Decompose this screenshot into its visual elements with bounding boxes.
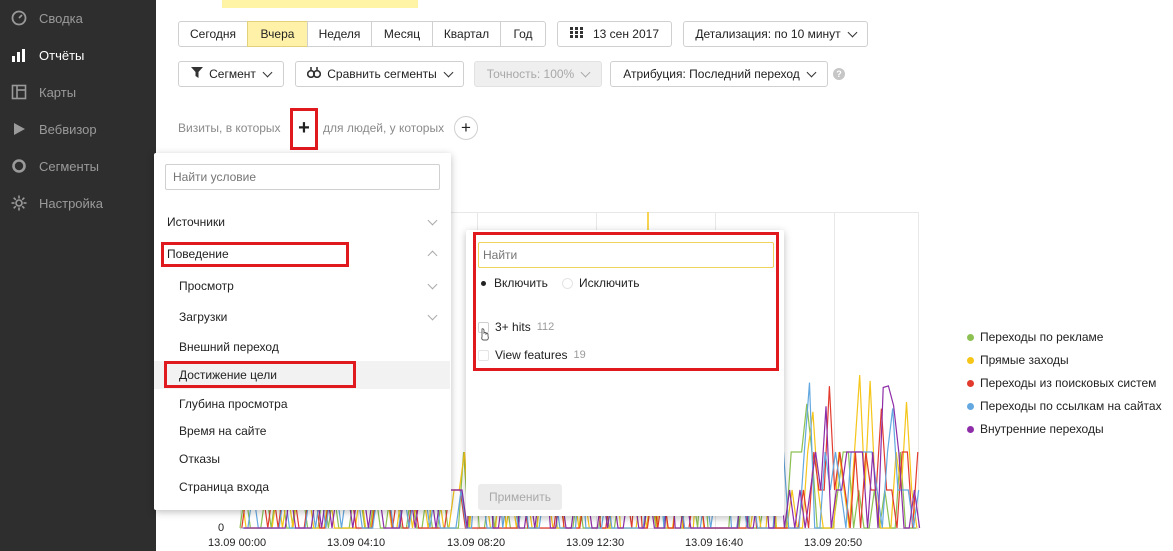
apply-button[interactable]: Применить [478, 484, 562, 510]
legend-label: Прямые заходы [980, 353, 1069, 367]
x-tick-label: 13.09 08:20 [447, 537, 506, 549]
menu-item-sources[interactable]: Источники [154, 208, 450, 236]
menu-item-behavior[interactable]: Поведение [154, 240, 450, 268]
legend-label: Переходы из поисковых систем [980, 376, 1157, 390]
menu-item-label: Загрузки [179, 310, 228, 324]
menu-item-landing-page[interactable]: Страница входа [154, 473, 450, 501]
x-tick-label: 13.09 00:00 [208, 537, 267, 549]
legend-label: Переходы по ссылкам на сайтах [980, 399, 1162, 413]
menu-item-goal-reached[interactable]: Достижение цели [154, 361, 450, 389]
legend-item[interactable]: Переходы из поисковых систем [967, 376, 1156, 390]
x-tick-label: 13.09 04:10 [327, 537, 386, 549]
include-radio[interactable]: Включить [478, 276, 548, 290]
x-tick-label: 13.09 12:30 [566, 537, 625, 549]
checkbox [478, 349, 489, 361]
goal-option[interactable]: View features 19 [478, 348, 586, 362]
menu-item-label: Отказы [179, 452, 221, 466]
legend-item[interactable]: Переходы по рекламе [967, 330, 1103, 344]
legend-item[interactable]: Прямые заходы [967, 353, 1069, 367]
menu-item-downloads[interactable]: Загрузки [154, 303, 450, 331]
menu-item-label: Внешний переход [179, 340, 279, 354]
legend-dot [967, 402, 974, 410]
goal-selection-panel: Включить Исключить 3+ hits 112 View feat… [466, 230, 784, 516]
radio-unchecked [562, 277, 573, 289]
legend-dot [967, 379, 974, 387]
menu-item-external-link[interactable]: Внешний переход [154, 333, 450, 361]
chevron-up-icon [427, 250, 438, 261]
condition-menu: Источники Поведение Просмотр Загрузки Вн… [154, 153, 451, 510]
legend-label: Внутренние переходы [980, 422, 1104, 436]
goal-label: View features [495, 348, 568, 362]
mouse-cursor-icon [480, 328, 490, 345]
menu-item-label: Источники [167, 215, 225, 229]
goal-search-input[interactable] [478, 242, 774, 268]
chevron-down-icon [427, 310, 438, 320]
x-tick-label: 13.09 20:50 [804, 537, 863, 549]
legend-dot [967, 333, 974, 341]
legend-dot [967, 356, 974, 364]
menu-item-label: Достижение цели [179, 368, 277, 382]
exclude-label: Исключить [579, 276, 640, 290]
legend-label: Переходы по рекламе [980, 330, 1104, 344]
menu-item-depth[interactable]: Глубина просмотра [154, 390, 450, 418]
goal-count: 112 [536, 321, 555, 333]
menu-item-label: Страница входа [179, 480, 270, 494]
legend-item[interactable]: Внутренние переходы [967, 422, 1104, 436]
legend-item[interactable]: Переходы по ссылкам на сайтах [967, 399, 1162, 413]
menu-item-label: Глубина просмотра [179, 397, 288, 411]
x-tick-label: 13.09 16:40 [685, 537, 744, 549]
goal-count: 19 [573, 349, 586, 361]
menu-item-view[interactable]: Просмотр [154, 272, 450, 300]
chevron-down-icon [427, 215, 438, 225]
menu-item-bounces[interactable]: Отказы [154, 445, 450, 473]
chevron-down-icon [427, 279, 438, 289]
radio-checked [478, 278, 488, 288]
menu-item-label: Просмотр [179, 279, 234, 293]
menu-item-label: Время на сайте [179, 424, 267, 438]
condition-search-input[interactable] [165, 164, 440, 190]
menu-item-label: Поведение [167, 247, 229, 261]
legend-dot [967, 425, 974, 433]
goal-label: 3+ hits [495, 320, 531, 334]
menu-item-time-on-site[interactable]: Время на сайте [154, 417, 450, 445]
exclude-radio[interactable]: Исключить [562, 276, 639, 290]
include-label: Включить [494, 276, 548, 290]
